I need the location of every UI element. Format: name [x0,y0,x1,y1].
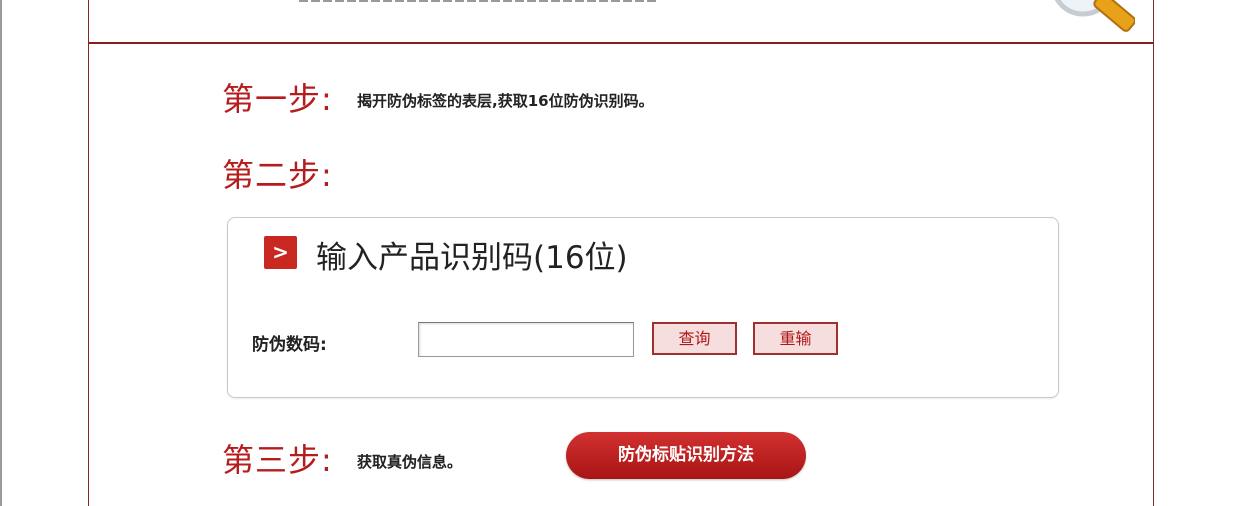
header-strip [89,0,1153,44]
code-input[interactable] [418,322,634,357]
query-heading: 输入产品识别码(16位) [316,240,628,276]
code-field-label: 防伪数码: [252,335,327,355]
query-button[interactable]: 查询 [652,322,737,355]
window-frame-edge [0,0,2,506]
step1-title: 第一步: [222,80,333,118]
chevron-right-icon: > [264,236,297,269]
step3-title: 第三步: [222,441,333,479]
code-query-box: > 输入产品识别码(16位) 防伪数码: 查询 重输 [227,217,1059,398]
step1-instruction: 揭开防伪标签的表层,获取16位防伪识别码。 [357,92,654,110]
verification-panel: 第一步: 揭开防伪标签的表层,获取16位防伪识别码。 第二步: > 输入产品识别… [88,0,1154,506]
header-partial-text [299,0,659,2]
step2-title: 第二步: [222,156,333,194]
magnifier-icon [1054,0,1135,32]
step3-instruction: 获取真伪信息。 [357,453,463,471]
reset-button[interactable]: 重输 [753,322,838,355]
anti-counterfeit-method-button[interactable]: 防伪标贴识别方法 [566,432,806,479]
